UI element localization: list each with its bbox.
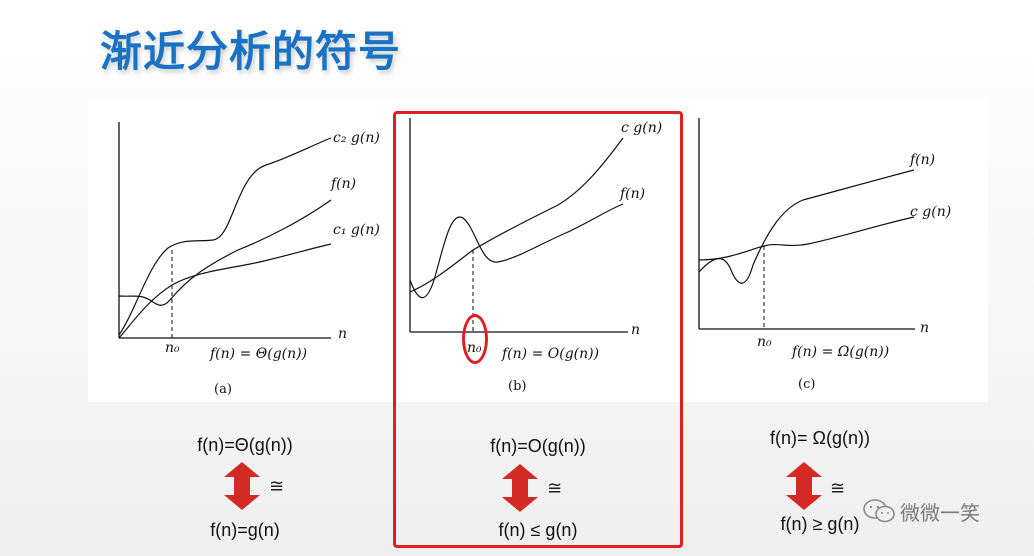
page-title: 渐近分析的符号	[100, 27, 402, 76]
double-arrow-icon	[224, 462, 260, 510]
graph-a-axis-n: n	[338, 326, 347, 342]
relation-omega-notation: f(n)= Ω(g(n))	[770, 428, 870, 448]
graph-c-n0: n₀	[757, 334, 772, 350]
relation-big-o: f(n)=O(g(n)) ≅ f(n) ≤ g(n)	[418, 430, 658, 550]
graph-c-curve-label-f: f(n)	[909, 152, 935, 168]
relation-theta-meaning: f(n)=g(n)	[210, 520, 280, 540]
relation-omega: f(n)= Ω(g(n)) ≅ f(n) ≥ g(n)	[700, 428, 940, 548]
graph-a-curve-label-upper: c₂ g(n)	[333, 130, 380, 146]
graph-a-upper-bound-curve	[118, 137, 332, 336]
graph-a-n0: n₀	[165, 340, 180, 356]
relation-theta-equiv: ≅	[269, 476, 285, 497]
graph-c-lower-bound-curve	[698, 216, 915, 261]
graph-a-lower-bound-curve	[118, 243, 332, 339]
graph-a-formula: f(n) = Θ(g(n))	[209, 346, 307, 362]
graph-c-curve-label-lower: c g(n)	[910, 204, 951, 220]
graph-a-curve-label-lower: c₁ g(n)	[333, 222, 380, 238]
relation-big-o-equiv: ≅	[547, 478, 563, 499]
graph-a-curve-label-f: f(n)	[330, 176, 356, 192]
graph-c-axis-n: n	[920, 320, 929, 336]
graph-c-function-curve	[698, 169, 915, 284]
graph-a-panel-label: (a)	[214, 382, 232, 397]
double-arrow-icon	[786, 462, 822, 510]
double-arrow-icon	[502, 464, 538, 512]
wechat-icon	[863, 499, 895, 523]
watermark-text: 微微一笑	[900, 500, 980, 525]
graph-c-formula: f(n) = Ω(g(n))	[791, 344, 889, 360]
n0-highlight-circle	[462, 314, 488, 364]
watermark: 微微一笑	[862, 496, 980, 526]
graph-theta: c₂ g(n) f(n) c₁ g(n) n n₀ f(n) = Θ(g(n))…	[118, 122, 380, 397]
relation-theta-notation: f(n)=Θ(g(n))	[197, 435, 293, 455]
relation-big-o-notation: f(n)=O(g(n))	[490, 436, 586, 456]
relation-big-o-meaning: f(n) ≤ g(n)	[498, 520, 578, 540]
relation-theta: f(n)=Θ(g(n)) ≅ f(n)=g(n)	[125, 430, 365, 550]
relation-omega-equiv: ≅	[830, 478, 846, 499]
graph-c-panel-label: (c)	[798, 377, 815, 392]
graph-omega: f(n) c g(n) n n₀ f(n) = Ω(g(n)) (c)	[698, 118, 951, 392]
